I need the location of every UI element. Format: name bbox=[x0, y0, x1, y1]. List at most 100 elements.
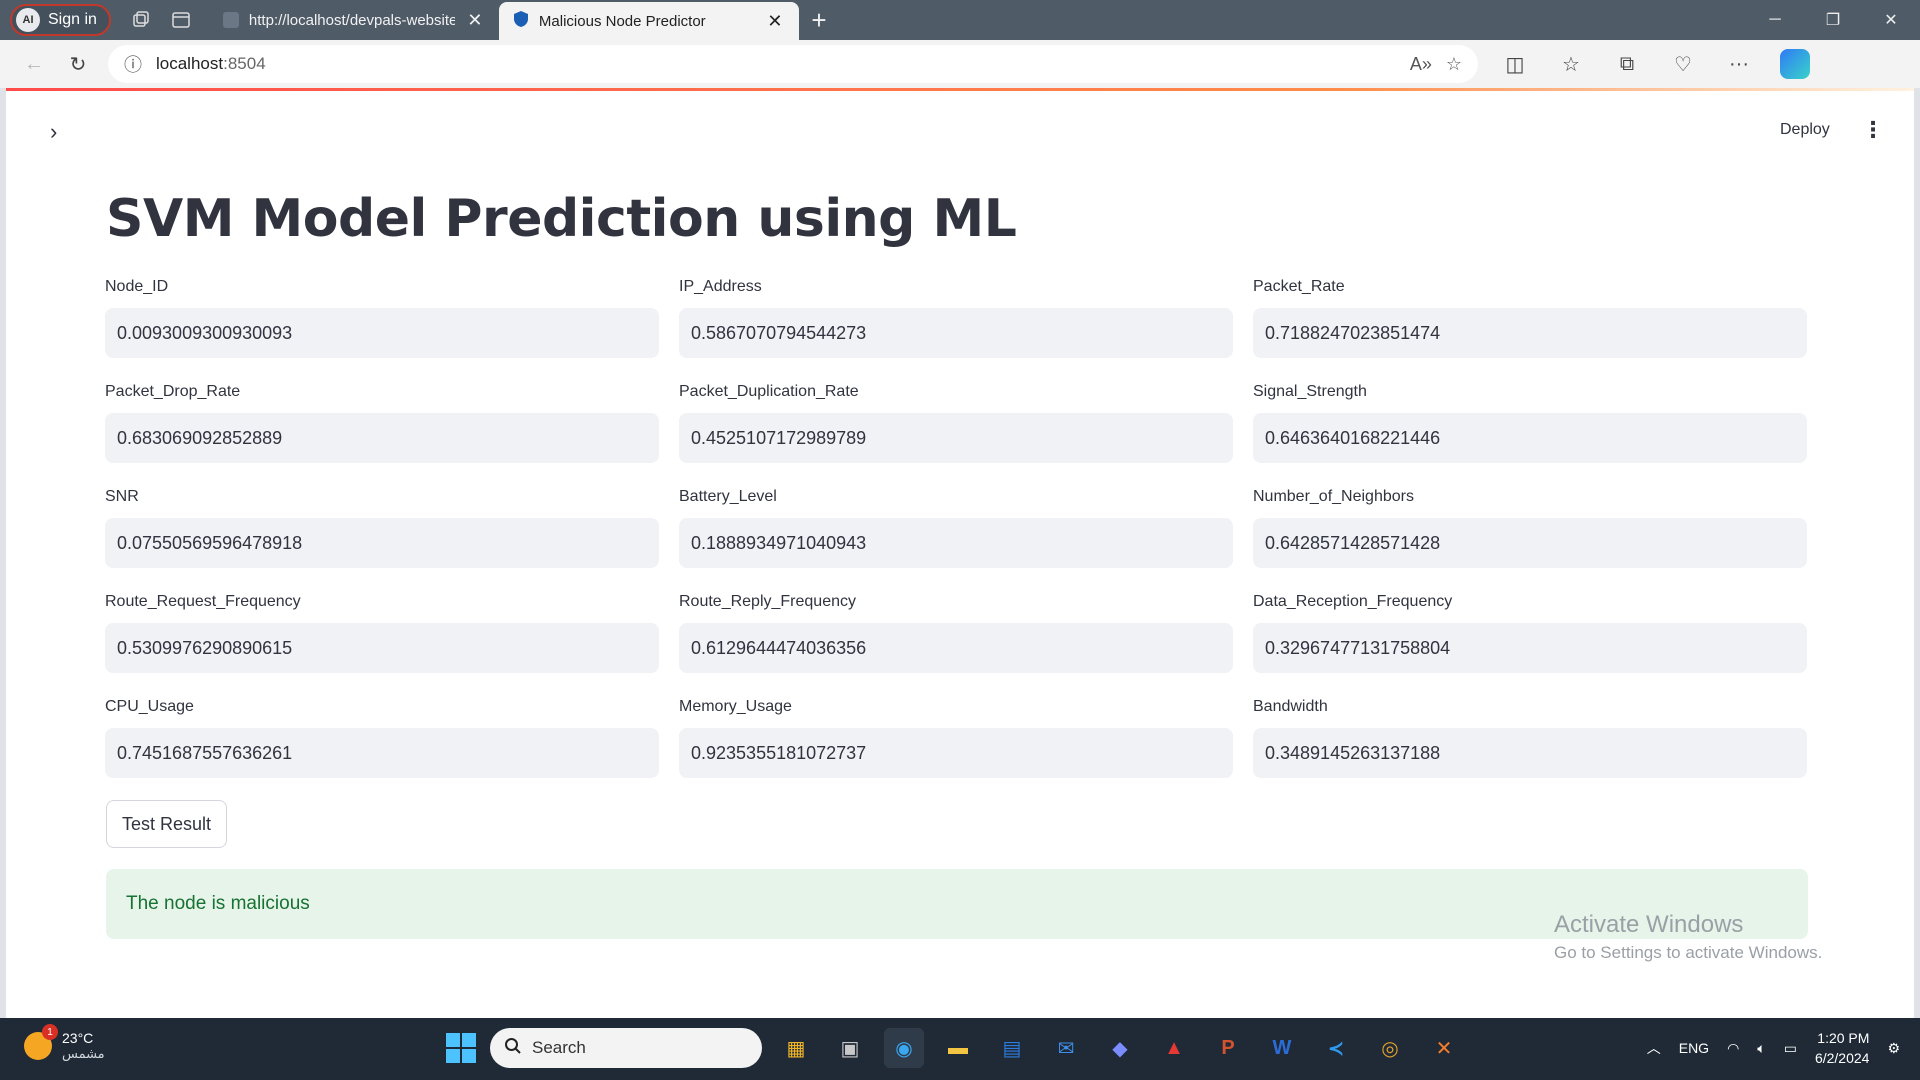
number-input[interactable]: 0.5309976290890615 bbox=[105, 623, 659, 673]
windows-taskbar: 1 23°C مشمس Search ▦ ▣ ◉ ▬ ▤ ✉ ◆ ▲ P W ≺… bbox=[0, 1018, 1920, 1080]
chrome-icon[interactable]: ◎ bbox=[1370, 1028, 1410, 1068]
edge-browser-icon[interactable]: ◉ bbox=[884, 1028, 924, 1068]
activate-windows-watermark: Activate Windows Go to Settings to activ… bbox=[1554, 911, 1822, 963]
profile-button[interactable]: AI Sign in bbox=[10, 4, 111, 36]
number-input[interactable]: 0.32967477131758804 bbox=[1253, 623, 1807, 673]
number-input[interactable]: 0.683069092852889 bbox=[105, 413, 659, 463]
favorite-star-icon[interactable]: ☆ bbox=[1446, 54, 1462, 75]
page-title: SVM Model Prediction using ML bbox=[106, 189, 1017, 249]
language-indicator[interactable]: ENG bbox=[1679, 1040, 1709, 1056]
number-input[interactable]: 0.6428571428571428 bbox=[1253, 518, 1807, 568]
word-icon[interactable]: W bbox=[1262, 1028, 1302, 1068]
browser-tab-strip: AI Sign in http://localhost/devpals-webs… bbox=[0, 0, 1920, 40]
search-icon bbox=[504, 1037, 522, 1060]
app-icon-red[interactable]: ▲ bbox=[1154, 1028, 1194, 1068]
field-ip-address: IP_Address 0.5867070794544273 bbox=[679, 278, 1233, 358]
clock[interactable]: 1:20 PM 6/2/2024 bbox=[1815, 1028, 1870, 1068]
file-explorer-icon[interactable]: ▬ bbox=[938, 1028, 978, 1068]
minimize-icon[interactable]: ─ bbox=[1746, 0, 1804, 40]
tab-title: http://localhost/devpals-website bbox=[248, 11, 455, 29]
main-menu-icon[interactable]: ⋮ bbox=[1862, 117, 1884, 143]
field-label: Number_of_Neighbors bbox=[1253, 488, 1414, 505]
number-input[interactable]: 0.0093009300930093 bbox=[105, 308, 659, 358]
number-input[interactable]: 0.7188247023851474 bbox=[1253, 308, 1807, 358]
tab-malicious-node-predictor[interactable]: Malicious Node Predictor ✕ bbox=[498, 2, 799, 40]
reload-icon[interactable]: ↻ bbox=[56, 44, 100, 84]
field-signal-strength: Signal_Strength 0.6463640168221446 bbox=[1253, 383, 1807, 463]
new-tab-button[interactable]: + bbox=[799, 5, 839, 36]
xampp-icon[interactable]: ✕ bbox=[1424, 1028, 1464, 1068]
number-input[interactable]: 0.07550569596478918 bbox=[105, 518, 659, 568]
number-input[interactable]: 0.4525107172989789 bbox=[679, 413, 1233, 463]
field-label: Route_Request_Frequency bbox=[105, 593, 301, 610]
microsoft-store-icon[interactable]: ▤ bbox=[992, 1028, 1032, 1068]
vscode-icon[interactable]: ≺ bbox=[1316, 1028, 1356, 1068]
tab-actions-icon[interactable] bbox=[161, 0, 201, 40]
profile-avatar: AI bbox=[16, 8, 40, 32]
number-input[interactable]: 0.7451687557636261 bbox=[105, 728, 659, 778]
taskbar-search[interactable]: Search bbox=[490, 1028, 762, 1068]
app-page: › Deploy ⋮ SVM Model Prediction using ML… bbox=[6, 91, 1914, 1018]
number-input[interactable]: 0.3489145263137188 bbox=[1253, 728, 1807, 778]
number-input[interactable]: 0.6129644474036356 bbox=[679, 623, 1233, 673]
tab-devpals[interactable]: http://localhost/devpals-website ✕ bbox=[209, 0, 499, 40]
system-tray: ︿ ENG ◠ 🔈︎ ▭ 1:20 PM 6/2/2024 ⚙ bbox=[1647, 1028, 1900, 1068]
field-label: Battery_Level bbox=[679, 488, 777, 505]
field-packet-drop-rate: Packet_Drop_Rate 0.683069092852889 bbox=[105, 383, 659, 463]
weather-description: مشمس bbox=[62, 1046, 105, 1061]
address-bar[interactable]: ⓘ localhost:8504 A» ☆ bbox=[108, 45, 1478, 83]
watermark-title: Activate Windows bbox=[1554, 911, 1744, 938]
powerpoint-icon[interactable]: P bbox=[1208, 1028, 1248, 1068]
watermark-subtitle: Go to Settings to activate Windows. bbox=[1554, 943, 1823, 962]
favorites-icon[interactable]: ☆ bbox=[1546, 44, 1596, 84]
field-label: Packet_Duplication_Rate bbox=[679, 383, 859, 400]
mail-icon[interactable]: ✉ bbox=[1046, 1028, 1086, 1068]
test-result-button[interactable]: Test Result bbox=[106, 800, 228, 848]
browser-toolbar: ← ↻ ⓘ localhost:8504 A» ☆ ◫ ☆ ⧉ ♡ ··· bbox=[0, 40, 1920, 88]
wifi-icon[interactable]: ◠ bbox=[1727, 1040, 1739, 1057]
sun-icon: 1 bbox=[24, 1024, 58, 1060]
split-screen-icon[interactable]: ◫ bbox=[1490, 44, 1540, 84]
number-input[interactable]: 0.6463640168221446 bbox=[1253, 413, 1807, 463]
field-cpu-usage: CPU_Usage 0.7451687557636261 bbox=[105, 698, 659, 778]
chevron-up-icon[interactable]: ︿ bbox=[1647, 1038, 1661, 1058]
info-icon[interactable]: ⓘ bbox=[124, 51, 142, 77]
clock-date: 6/2/2024 bbox=[1814, 1050, 1870, 1066]
clipchamp-icon[interactable]: ◆ bbox=[1100, 1028, 1140, 1068]
notifications-icon[interactable]: ⚙ bbox=[1887, 1040, 1900, 1057]
workspaces-icon[interactable] bbox=[121, 0, 161, 40]
read-aloud-icon[interactable]: A» bbox=[1410, 54, 1432, 75]
close-icon[interactable]: ✕ bbox=[465, 10, 485, 31]
browser-essentials-icon[interactable]: ♡ bbox=[1658, 44, 1708, 84]
tab-title: Malicious Node Predictor bbox=[538, 12, 706, 30]
battery-icon[interactable]: ▭ bbox=[1784, 1040, 1797, 1057]
volume-icon[interactable]: 🔈︎ bbox=[1757, 1040, 1765, 1057]
field-memory-usage: Memory_Usage 0.9235355181072737 bbox=[679, 698, 1233, 778]
number-input[interactable]: 0.9235355181072737 bbox=[679, 728, 1233, 778]
chevron-right-icon[interactable]: › bbox=[50, 119, 57, 145]
back-icon[interactable]: ← bbox=[12, 44, 56, 84]
start-button[interactable] bbox=[446, 1033, 476, 1063]
shield-icon bbox=[513, 10, 529, 32]
more-menu-icon[interactable]: ··· bbox=[1714, 44, 1764, 84]
field-number-of-neighbors: Number_of_Neighbors 0.6428571428571428 bbox=[1253, 488, 1807, 568]
field-snr: SNR 0.07550569596478918 bbox=[105, 488, 659, 568]
deploy-button[interactable]: Deploy bbox=[1780, 121, 1830, 139]
profile-label: Sign in bbox=[48, 11, 97, 28]
taskbar-apps: Search ▦ ▣ ◉ ▬ ▤ ✉ ◆ ▲ P W ≺ ◎ ✕ bbox=[446, 1028, 1464, 1068]
field-packet-duplication-rate: Packet_Duplication_Rate 0.45251071729897… bbox=[679, 383, 1233, 463]
weather-widget[interactable]: 1 23°C مشمس bbox=[24, 1024, 105, 1062]
close-window-icon[interactable]: ✕ bbox=[1862, 0, 1920, 40]
maximize-icon[interactable]: ❐ bbox=[1804, 0, 1862, 40]
number-input[interactable]: 0.5867070794544273 bbox=[679, 308, 1233, 358]
close-icon[interactable]: ✕ bbox=[765, 11, 785, 32]
widgets-app-icon[interactable]: ▦ bbox=[776, 1028, 816, 1068]
task-view-icon[interactable]: ▣ bbox=[830, 1028, 870, 1068]
field-label: CPU_Usage bbox=[105, 698, 194, 715]
field-packet-rate: Packet_Rate 0.7188247023851474 bbox=[1253, 278, 1807, 358]
number-input[interactable]: 0.1888934971040943 bbox=[679, 518, 1233, 568]
field-label: Node_ID bbox=[105, 278, 169, 295]
collections-icon[interactable]: ⧉ bbox=[1602, 44, 1652, 84]
field-label: Bandwidth bbox=[1253, 698, 1328, 715]
copilot-icon[interactable] bbox=[1770, 44, 1820, 84]
